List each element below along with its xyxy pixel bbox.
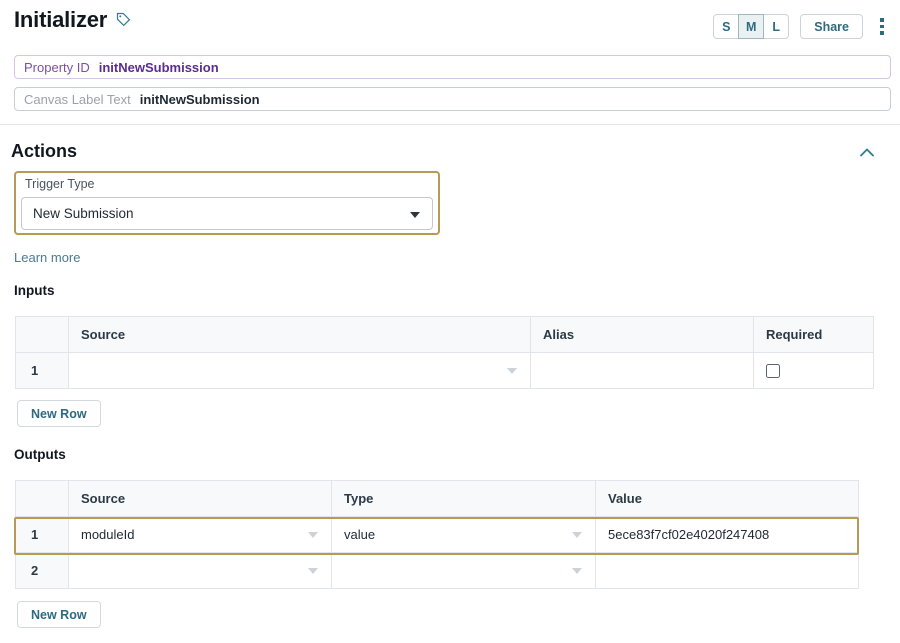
title-group: Initializer [14, 7, 131, 33]
actions-section-title: Actions [11, 141, 78, 161]
size-toggle-group[interactable]: S M L [713, 14, 790, 39]
inputs-col-required: Required [753, 316, 874, 353]
trigger-type-field: Trigger Type New Submission [14, 171, 440, 235]
outputs-value-cell[interactable]: 5ece83f7cf02e4020f247408 [595, 516, 859, 553]
outputs-col-type: Type [331, 480, 596, 517]
inputs-table: Source Alias Required 1 [15, 316, 874, 389]
table-row[interactable]: 2 [15, 552, 859, 589]
outputs-value-text: 5ece83f7cf02e4020f247408 [608, 527, 770, 542]
property-id-label: Property ID [24, 59, 90, 75]
share-button[interactable]: Share [800, 14, 863, 39]
outputs-source-value: moduleId [81, 527, 135, 542]
outputs-row-index: 1 [15, 516, 69, 553]
property-id-value: initNewSubmission [98, 59, 219, 75]
canvas-label-text-field[interactable]: Canvas Label Text initNewSubmission [14, 87, 891, 111]
chevron-down-icon [308, 567, 318, 574]
canvas-label-text-label: Canvas Label Text [24, 91, 131, 107]
outputs-col-index [15, 480, 69, 517]
outputs-col-value: Value [595, 480, 859, 517]
inputs-col-alias: Alias [530, 316, 754, 353]
inputs-new-row-button[interactable]: New Row [17, 400, 101, 427]
trigger-type-label: Trigger Type [25, 177, 95, 191]
inputs-col-index [15, 316, 69, 353]
inputs-table-header-row: Source Alias Required [15, 316, 874, 353]
outputs-source-cell[interactable]: moduleId [68, 516, 332, 553]
learn-more-link[interactable]: Learn more [14, 250, 80, 265]
size-option-m[interactable]: M [738, 14, 765, 39]
chevron-up-icon[interactable] [857, 143, 877, 163]
inputs-alias-cell[interactable] [530, 352, 754, 389]
table-row[interactable]: 1 [15, 352, 874, 389]
trigger-type-value: New Submission [33, 206, 134, 221]
outputs-type-value: value [344, 527, 376, 542]
outputs-new-row-button[interactable]: New Row [17, 601, 101, 628]
canvas-label-text-value: initNewSubmission [139, 91, 260, 107]
outputs-value-cell[interactable] [595, 552, 859, 589]
outputs-table: Source Type Value 1 moduleId value 5ece8… [15, 480, 859, 589]
outputs-type-cell[interactable] [331, 552, 596, 589]
outputs-type-cell[interactable]: value [331, 516, 596, 553]
size-option-l[interactable]: L [763, 14, 790, 39]
outputs-row-index: 2 [15, 552, 69, 589]
outputs-col-source: Source [68, 480, 332, 517]
table-row[interactable]: 1 moduleId value 5ece83f7cf02e4020f24740… [15, 516, 859, 553]
chevron-down-icon [410, 212, 420, 218]
inputs-row-index: 1 [15, 352, 69, 389]
inputs-col-source: Source [68, 316, 531, 353]
section-divider [0, 124, 900, 125]
property-id-field[interactable]: Property ID initNewSubmission [14, 55, 891, 79]
property-editor-panel: Initializer S M L Share Property ID init… [0, 0, 900, 643]
inputs-required-cell[interactable] [753, 352, 874, 389]
chevron-down-icon [572, 567, 582, 574]
tag-icon [116, 12, 131, 32]
trigger-type-select[interactable]: New Submission [21, 197, 433, 230]
header-actions: S M L Share [713, 14, 890, 39]
chevron-down-icon [507, 367, 517, 374]
panel-header: Initializer S M L Share [0, 0, 900, 46]
size-option-s[interactable]: S [713, 14, 740, 39]
outputs-label: Outputs [14, 447, 66, 462]
outputs-table-header-row: Source Type Value [15, 480, 859, 517]
page-title: Initializer [14, 7, 108, 32]
inputs-source-cell[interactable] [68, 352, 531, 389]
chevron-down-icon [308, 531, 318, 538]
chevron-down-icon [572, 531, 582, 538]
inputs-label: Inputs [14, 283, 55, 298]
kebab-menu-icon[interactable] [874, 15, 890, 39]
required-checkbox[interactable] [766, 364, 780, 379]
outputs-source-cell[interactable] [68, 552, 332, 589]
